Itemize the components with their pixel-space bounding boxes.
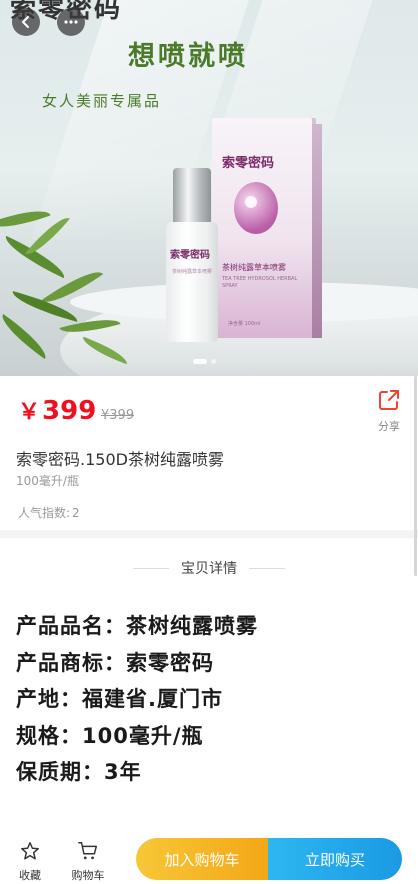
product-title: 索零密码.150D茶树纯露喷雾 [16, 450, 224, 469]
bottom-action-bar: 收藏 购物车 加入购物车 立即购买 [0, 830, 418, 884]
favorite-label: 收藏 [19, 869, 41, 882]
popularity-value: 2 [72, 506, 80, 520]
original-price: ¥399 [101, 408, 135, 423]
divider-line [249, 567, 285, 569]
details-title: 宝贝详情 [181, 561, 237, 577]
section-divider [0, 530, 418, 538]
cart-button[interactable]: 购物车 [68, 840, 108, 883]
add-to-cart-button[interactable]: 加入购物车 [136, 838, 268, 880]
share-label: 分享 [378, 420, 400, 433]
banner-sub-slogan: 女人美丽专属品 [42, 92, 162, 110]
carousel-indicator [193, 359, 216, 364]
carousel-dot-active[interactable] [193, 359, 207, 364]
carousel-dot[interactable] [211, 359, 216, 364]
product-spec: 100毫升/瓶 [16, 474, 79, 488]
box-product-name: 茶树纯露草本喷雾 [222, 263, 286, 272]
box-english-name: TEA TREE HYDROSOL HERBAL SPRAY [222, 276, 298, 289]
box-brand-logo: 索零密码 [222, 156, 275, 171]
buy-now-button[interactable]: 立即购买 [268, 838, 402, 880]
more-button[interactable] [57, 8, 85, 36]
star-icon [21, 842, 39, 860]
detail-row-shelf-life: 保质期：3年 [16, 760, 142, 784]
detail-row-origin: 产地：福建省.厦门市 [16, 687, 223, 711]
popularity-label: 人气指数: [18, 506, 71, 520]
box-egg-graphic [234, 182, 278, 234]
divider-line [133, 567, 169, 569]
popularity-index: 人气指数: 2 [16, 504, 80, 521]
bottle-label-text: 茶树纯露草本喷雾 [172, 269, 213, 275]
back-button[interactable] [12, 8, 40, 36]
cart-label: 购物车 [71, 869, 105, 882]
currency-symbol: ￥ [18, 400, 41, 425]
share-icon [379, 390, 399, 410]
box-volume: 净含量 100ml [228, 321, 261, 327]
product-details: 产品品名：茶树纯露喷雾 产品商标：索零密码 产地：福建省.厦门市 规格：100毫… [16, 608, 258, 791]
product-box-side [312, 124, 322, 338]
bottle-cap [173, 168, 211, 224]
detail-row-spec: 规格：100毫升/瓶 [16, 723, 204, 748]
current-price: ￥399 [18, 394, 96, 426]
product-bottle [166, 222, 218, 342]
product-info: ￥399 ¥399 分享 索零密码.150D茶树纯露喷雾 100毫升/瓶 人气指… [0, 376, 418, 526]
more-dots-icon [64, 20, 78, 24]
bottle-brand-logo: 索零密码 [170, 250, 210, 261]
chevron-left-icon [22, 16, 29, 28]
cart-icon [78, 842, 97, 860]
favorite-button[interactable]: 收藏 [10, 840, 50, 883]
detail-row-brand: 产品商标：索零密码 [16, 650, 214, 675]
product-image-carousel[interactable]: 索零密码 想喷就喷 女人美丽专属品 索零密码 茶树纯露草本喷雾 TEA TREE… [0, 0, 418, 376]
details-header: 宝贝详情 [0, 556, 418, 580]
share-button[interactable]: 分享 [372, 388, 406, 434]
banner-slogan: 想喷就喷 [128, 41, 248, 72]
scrollbar[interactable] [414, 376, 417, 576]
detail-row-name: 产品品名：茶树纯露喷雾 [16, 614, 258, 638]
price-value: 399 [42, 396, 97, 426]
box-egg-highlight [245, 196, 257, 208]
